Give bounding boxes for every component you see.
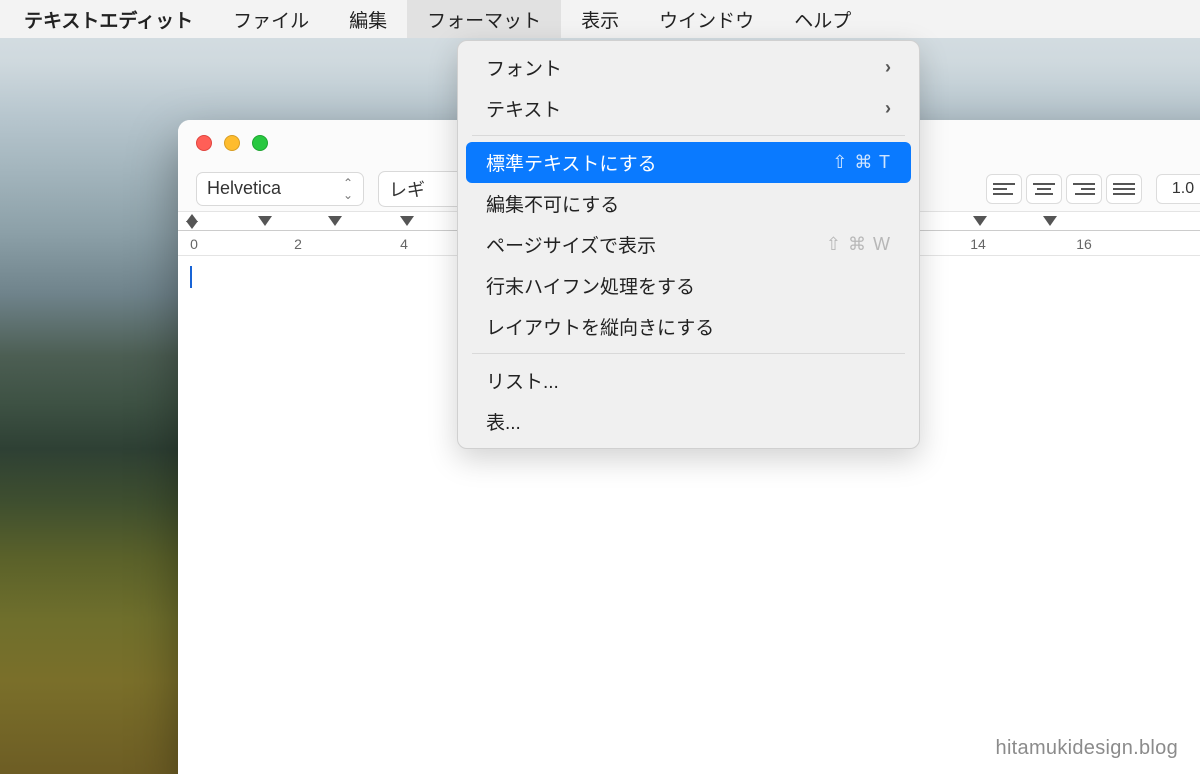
align-right-button[interactable]	[1066, 174, 1102, 204]
menu-item-label: テキスト	[486, 95, 561, 122]
menu-file[interactable]: ファイル	[213, 0, 329, 38]
menu-window[interactable]: ウインドウ	[639, 0, 774, 38]
tab-stop-icon[interactable]	[973, 216, 987, 226]
menu-item-vertical-layout[interactable]: レイアウトを縦向きにする	[466, 306, 911, 347]
traffic-lights	[196, 135, 268, 151]
font-family-value: Helvetica	[207, 178, 281, 199]
chevron-right-icon: ›	[885, 98, 891, 119]
menu-item-label: レイアウトを縦向きにする	[486, 313, 714, 340]
close-button[interactable]	[196, 135, 212, 151]
ruler-tick-label: 0	[190, 236, 198, 252]
menu-item-text[interactable]: テキスト ›	[466, 88, 911, 129]
font-family-select[interactable]: Helvetica ⌃⌄	[196, 172, 364, 206]
tab-stop-icon[interactable]	[400, 216, 414, 226]
ruler-tick-label: 2	[294, 236, 302, 252]
menu-format[interactable]: フォーマット	[407, 0, 561, 38]
menu-item-make-plain-text[interactable]: 標準テキストにする ⇧ ⌘ T	[466, 142, 911, 183]
menu-item-prevent-editing[interactable]: 編集不可にする	[466, 183, 911, 224]
menu-item-label: 表...	[486, 408, 521, 435]
menu-item-label: リスト...	[486, 367, 559, 394]
font-style-select[interactable]: レギ	[378, 171, 468, 207]
app-name[interactable]: テキストエディット	[4, 6, 213, 33]
menu-view[interactable]: 表示	[561, 0, 639, 38]
font-style-value: レギ	[389, 176, 425, 202]
ruler-tick-label: 4	[400, 236, 408, 252]
watermark: hitamukidesign.blog	[996, 737, 1178, 760]
menu-item-label: 編集不可にする	[486, 190, 619, 217]
zoom-button[interactable]	[252, 135, 268, 151]
menu-item-label: フォント	[486, 54, 562, 81]
menu-item-label: 標準テキストにする	[486, 149, 657, 176]
align-justify-button[interactable]	[1106, 174, 1142, 204]
line-spacing-select[interactable]: 1.0	[1156, 174, 1200, 204]
menu-item-font[interactable]: フォント ›	[466, 47, 911, 88]
chevron-updown-icon: ⌃⌄	[343, 177, 353, 201]
chevron-right-icon: ›	[885, 57, 891, 78]
menubar: テキストエディット ファイル 編集 フォーマット 表示 ウインドウ ヘルプ	[0, 0, 1200, 38]
menu-edit[interactable]: 編集	[329, 0, 407, 38]
menu-separator	[472, 353, 905, 354]
indent-marker-icon[interactable]	[186, 214, 198, 228]
menu-help[interactable]: ヘルプ	[774, 0, 871, 38]
menu-item-label: ページサイズで表示	[486, 231, 656, 258]
format-menu-dropdown: フォント › テキスト › 標準テキストにする ⇧ ⌘ T 編集不可にする ペー…	[457, 40, 920, 449]
align-left-button[interactable]	[986, 174, 1022, 204]
ruler-tick-label: 14	[970, 236, 986, 252]
menu-item-shortcut: ⇧ ⌘ T	[832, 152, 891, 173]
tab-stop-icon[interactable]	[328, 216, 342, 226]
ruler-tick-label: 16	[1076, 236, 1092, 252]
menu-item-wrap-to-page[interactable]: ページサイズで表示 ⇧ ⌘ W	[466, 224, 911, 265]
line-spacing-value: 1.0	[1172, 180, 1194, 198]
align-center-button[interactable]	[1026, 174, 1062, 204]
tab-stop-icon[interactable]	[1043, 216, 1057, 226]
tab-stop-icon[interactable]	[258, 216, 272, 226]
menu-separator	[472, 135, 905, 136]
minimize-button[interactable]	[224, 135, 240, 151]
menu-item-table[interactable]: 表...	[466, 401, 911, 442]
menu-item-list[interactable]: リスト...	[466, 360, 911, 401]
menu-item-hyphenation[interactable]: 行末ハイフン処理をする	[466, 265, 911, 306]
menu-item-label: 行末ハイフン処理をする	[486, 272, 695, 299]
menu-item-shortcut: ⇧ ⌘ W	[826, 234, 891, 255]
alignment-group	[986, 174, 1142, 204]
text-cursor	[190, 266, 192, 288]
